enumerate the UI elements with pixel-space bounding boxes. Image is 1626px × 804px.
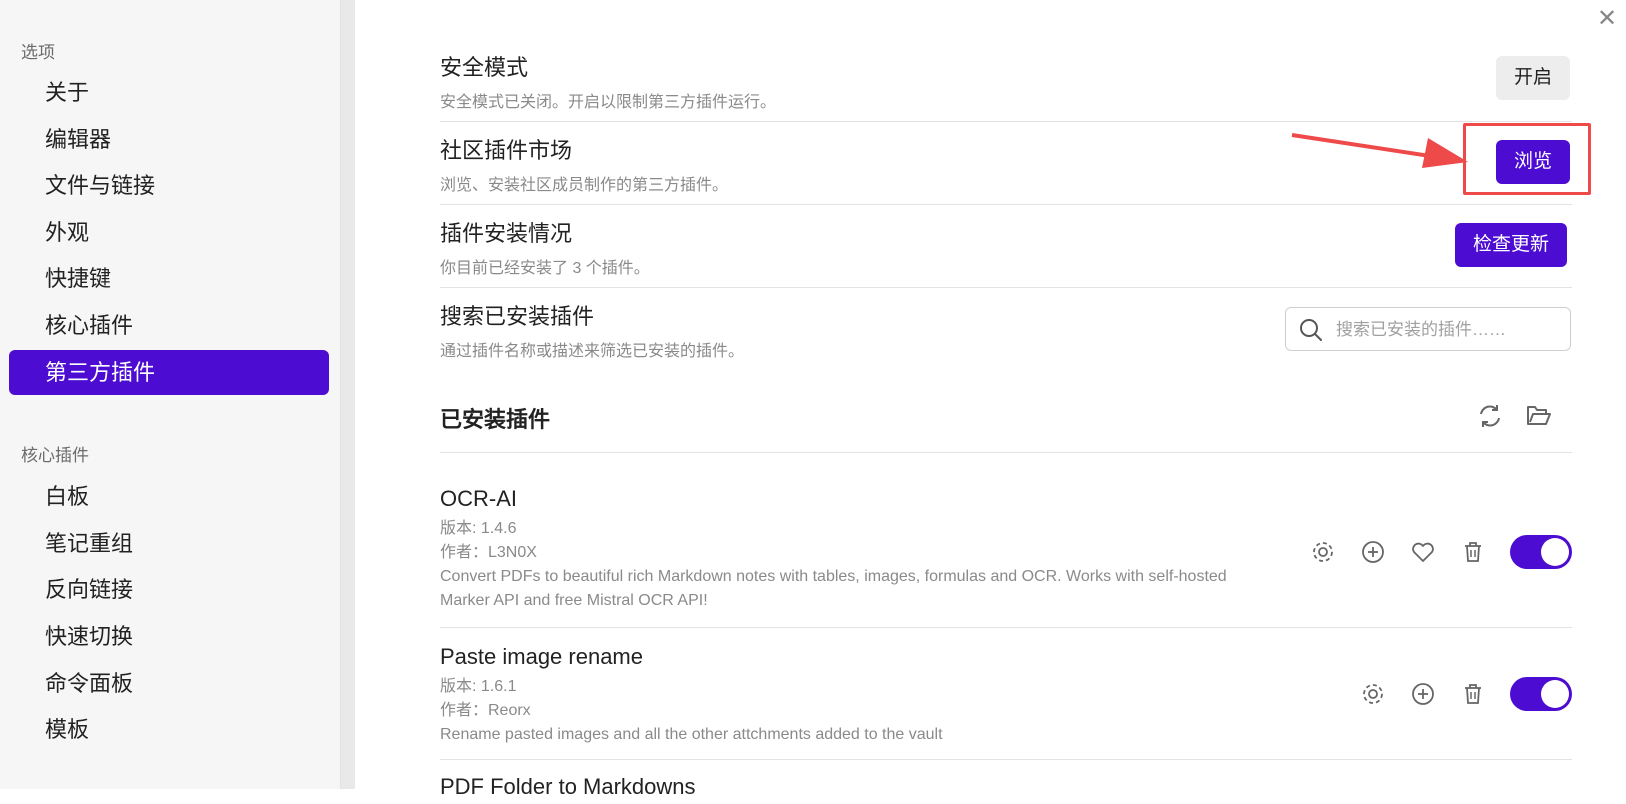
section-title-options: 选项 xyxy=(21,43,55,62)
close-icon[interactable]: ✕ xyxy=(1596,7,1618,31)
setting-desc: 你目前已经安装了 3 个插件。 xyxy=(440,260,650,277)
plugin-name: Paste image rename xyxy=(440,644,643,669)
toggle-knob xyxy=(1541,538,1569,566)
sidebar-scrollbar[interactable] xyxy=(340,0,355,789)
installed-plugins-header: 已安装插件 xyxy=(440,402,1572,453)
search-input[interactable] xyxy=(1334,316,1564,344)
plugin-version: 版本: 1.6.1 xyxy=(440,678,517,695)
sidebar-item-community-plugins[interactable]: 第三方插件 xyxy=(9,350,329,395)
plugin-description: Convert PDFs to beautiful rich Markdown … xyxy=(440,568,1227,609)
toggle-knob xyxy=(1541,680,1569,708)
installed-plugins-title: 已安装插件 xyxy=(440,407,551,432)
gear-icon[interactable] xyxy=(1310,539,1336,565)
gear-icon[interactable] xyxy=(1360,681,1386,707)
setting-title: 安全模式 xyxy=(440,55,529,80)
safe-mode-toggle-button[interactable]: 开启 xyxy=(1496,56,1571,100)
check-updates-button[interactable]: 检查更新 xyxy=(1455,223,1568,267)
sidebar-item-editor[interactable]: 编辑器 xyxy=(9,117,329,162)
plugin-name: PDF Folder to Markdowns xyxy=(440,774,696,799)
sidebar-item-core-plugins[interactable]: 核心插件 xyxy=(9,303,329,348)
annotation-highlight-box xyxy=(1463,123,1591,195)
sidebar-item-hotkeys[interactable]: 快捷键 xyxy=(9,256,329,301)
sidebar-item-about[interactable]: 关于 xyxy=(9,70,329,115)
trash-icon[interactable] xyxy=(1460,681,1486,707)
open-folder-icon[interactable] xyxy=(1525,402,1553,430)
section-title-core-plugins: 核心插件 xyxy=(21,446,89,465)
sidebar-item-templates[interactable]: 模板 xyxy=(9,707,329,752)
sidebar-item-canvas[interactable]: 白板 xyxy=(9,474,329,519)
sidebar-item-quick-switcher[interactable]: 快速切换 xyxy=(9,614,329,659)
sidebar-item-backlinks[interactable]: 反向链接 xyxy=(9,567,329,612)
plugin-enable-toggle[interactable] xyxy=(1510,535,1572,569)
reload-icon[interactable] xyxy=(1476,402,1504,430)
plugin-author: 作者：Reorx xyxy=(440,702,531,719)
plugin-item-paste-image-rename: Paste image rename 版本: 1.6.1 作者：Reorx Re… xyxy=(440,644,1572,760)
plugin-item-pdf-folder: PDF Folder to Markdowns xyxy=(440,774,1572,804)
plugin-author: 作者：L3N0X xyxy=(440,544,537,561)
sidebar-item-files-links[interactable]: 文件与链接 xyxy=(9,163,329,208)
setting-desc: 浏览、安装社区成员制作的第三方插件。 xyxy=(440,177,729,194)
sidebar-item-command-palette[interactable]: 命令面板 xyxy=(9,661,329,706)
setting-safe-mode: 安全模式 安全模式已关闭。开启以限制第三方插件运行。 xyxy=(440,50,1572,122)
heart-icon[interactable] xyxy=(1410,539,1436,565)
plugin-version: 版本: 1.4.6 xyxy=(440,520,517,537)
setting-desc: 安全模式已关闭。开启以限制第三方插件运行。 xyxy=(440,94,777,111)
add-hotkey-icon[interactable] xyxy=(1360,539,1386,565)
plugin-item-ocr-ai: OCR-AI 版本: 1.4.6 作者：L3N0X Convert PDFs t… xyxy=(440,486,1572,628)
settings-sidebar: 选项 关于 编辑器 文件与链接 外观 快捷键 核心插件 第三方插件 核心插件 白… xyxy=(0,0,340,789)
plugin-enable-toggle[interactable] xyxy=(1510,677,1572,711)
setting-title: 插件安装情况 xyxy=(440,221,573,246)
search-icon xyxy=(1298,317,1324,348)
trash-icon[interactable] xyxy=(1460,539,1486,565)
plugin-description: Rename pasted images and all the other a… xyxy=(440,726,943,743)
annotation-arrow-icon xyxy=(1291,133,1468,168)
setting-install-status: 插件安装情况 你目前已经安装了 3 个插件。 xyxy=(440,216,1572,288)
sidebar-item-note-composer[interactable]: 笔记重组 xyxy=(9,521,329,566)
sidebar-item-appearance[interactable]: 外观 xyxy=(9,210,329,255)
search-installed-plugins[interactable] xyxy=(1285,307,1571,351)
add-hotkey-icon[interactable] xyxy=(1410,681,1436,707)
plugin-name: OCR-AI xyxy=(440,486,517,511)
